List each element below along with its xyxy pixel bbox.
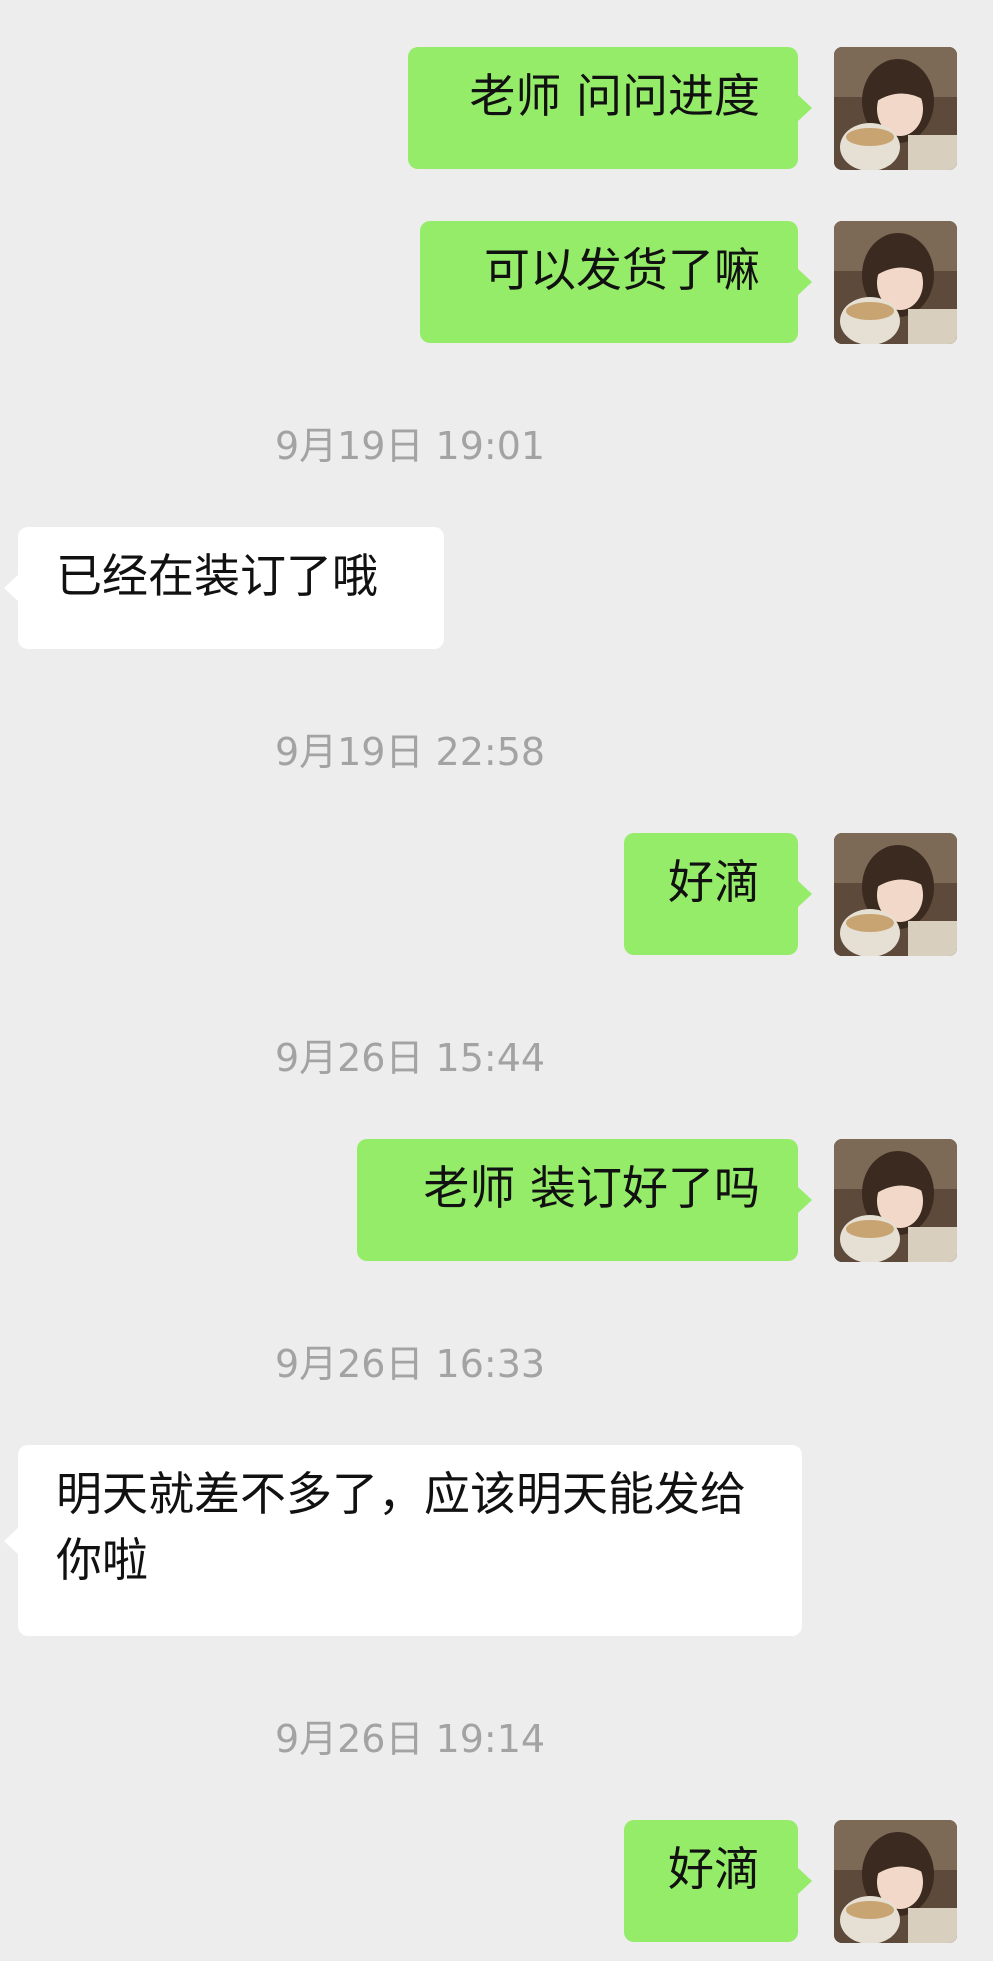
timestamp: 9月26日 19:14 xyxy=(274,1717,546,1761)
message-text: 明天就差不多了，应该明天能发给你啦 xyxy=(56,1467,746,1587)
my-avatar[interactable] xyxy=(834,833,957,956)
my-avatar[interactable] xyxy=(834,1139,957,1262)
message-text: 好滴 xyxy=(668,1842,760,1896)
timestamp: 9月19日 19:01 xyxy=(274,424,546,468)
message-text: 好滴 xyxy=(668,855,760,909)
my-message-bubble[interactable]: 老师 装订好了吗 xyxy=(357,1139,812,1261)
my-message-bubble[interactable]: 好滴 xyxy=(624,1820,812,1942)
timestamp: 9月19日 22:58 xyxy=(274,730,546,774)
my-avatar[interactable] xyxy=(834,47,957,170)
timestamp: 9月26日 15:44 xyxy=(274,1036,546,1080)
my-avatar[interactable] xyxy=(834,1820,957,1943)
message-text: 老师 问问进度 xyxy=(469,69,760,123)
message-text: 已经在装订了哦 xyxy=(56,549,378,603)
my-avatar[interactable] xyxy=(834,221,957,344)
their-message-bubble[interactable]: 已经在装订了哦 xyxy=(4,527,444,649)
message-text: 老师 装订好了吗 xyxy=(423,1161,760,1215)
timestamp: 9月26日 16:33 xyxy=(274,1342,546,1386)
my-message-bubble[interactable]: 好滴 xyxy=(624,833,812,955)
message-text: 可以发货了嘛 xyxy=(484,243,760,297)
my-message-bubble[interactable]: 可以发货了嘛 xyxy=(420,221,812,343)
their-message-bubble[interactable]: 明天就差不多了，应该明天能发给你啦 xyxy=(4,1445,802,1636)
my-message-bubble[interactable]: 老师 问问进度 xyxy=(408,47,812,169)
